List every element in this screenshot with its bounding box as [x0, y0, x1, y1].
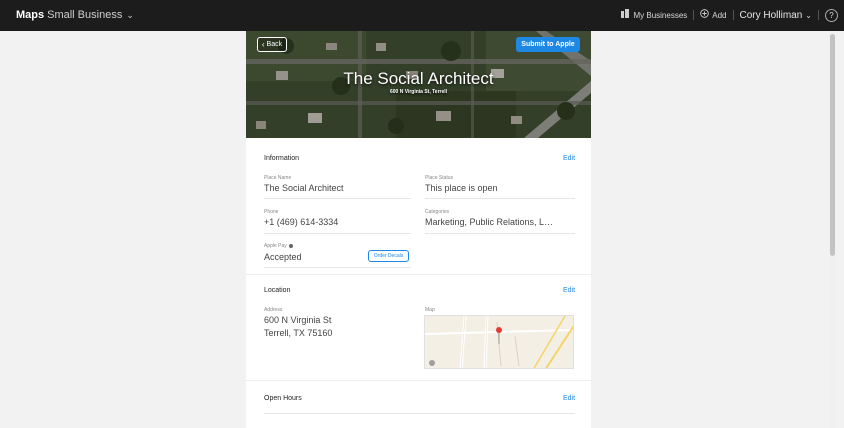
address-line1: 600 N Virginia St — [264, 315, 332, 325]
divider — [732, 10, 734, 20]
plus-circle-icon — [700, 9, 710, 21]
scrollbar-thumb[interactable] — [830, 34, 835, 256]
apple-pay-label-text: Apple Pay — [264, 243, 287, 249]
back-label: Back — [266, 41, 283, 48]
phone-value: +1 (469) 614-3334 — [264, 217, 339, 227]
location-map[interactable] — [424, 315, 574, 369]
place-status-label: Place Status — [425, 175, 454, 181]
apple-pay-value: Accepted — [264, 252, 302, 262]
place-name-label: Place Name — [264, 175, 292, 181]
user-menu[interactable]: Cory Holliman — [740, 10, 803, 21]
information-edit-link[interactable]: Edit — [563, 155, 575, 162]
chevron-down-icon: ⌄ — [126, 9, 134, 20]
divider — [264, 267, 411, 268]
business-card: ‹ Back Submit to Apple The Social Archit… — [246, 31, 591, 428]
business-title: The Social Architect — [343, 69, 494, 88]
maps-label: Maps — [16, 9, 45, 21]
back-button[interactable]: ‹ Back — [257, 37, 287, 52]
categories-value: Marketing, Public Relations, L… — [425, 217, 554, 227]
place-name-value: The Social Architect — [264, 183, 344, 193]
order-decals-button[interactable]: Order Decals — [368, 250, 409, 262]
submit-to-apple-button[interactable]: Submit to Apple — [516, 37, 580, 52]
section-divider — [246, 274, 591, 275]
info-icon[interactable] — [289, 243, 294, 248]
location-heading: Location — [264, 287, 291, 294]
product-label: Small Business — [47, 9, 123, 21]
information-heading: Information — [264, 155, 300, 162]
place-status-value: This place is open — [425, 183, 498, 193]
top-bar: Maps Small Business ⌄ My Businesses Add … — [0, 0, 844, 31]
divider — [264, 233, 411, 234]
divider — [264, 413, 575, 414]
divider — [264, 198, 411, 199]
address-line2: Terrell, TX 75160 — [264, 328, 333, 338]
hero-header: ‹ Back Submit to Apple The Social Archit… — [246, 31, 591, 138]
divider — [425, 233, 575, 234]
map-label: Map — [425, 307, 435, 313]
open-hours-edit-link[interactable]: Edit — [563, 395, 575, 402]
add-link[interactable]: Add — [712, 11, 726, 20]
product-switcher[interactable]: Maps Small Business ⌄ — [13, 8, 134, 22]
open-hours-heading: Open Hours — [264, 395, 302, 402]
divider — [693, 10, 695, 20]
apple-pay-label: Apple Pay — [264, 243, 294, 249]
building-icon — [620, 9, 630, 21]
section-divider — [246, 380, 591, 381]
chevron-left-icon: ‹ — [261, 40, 265, 49]
location-edit-link[interactable]: Edit — [563, 287, 575, 294]
chevron-down-icon: ⌄ — [805, 10, 812, 20]
divider — [425, 198, 575, 199]
categories-label: Categories — [425, 209, 450, 215]
business-address: 600 N Virginia St, Terrell — [389, 89, 448, 95]
my-businesses-link[interactable]: My Businesses — [633, 11, 687, 20]
map-apple-icon — [429, 360, 435, 366]
phone-label: Phone — [264, 209, 279, 215]
help-icon[interactable]: ? — [825, 8, 838, 22]
divider — [818, 10, 819, 20]
address-label: Address — [264, 307, 283, 313]
top-right-nav: My Businesses Add Cory Holliman ⌄ ? — [620, 8, 838, 22]
